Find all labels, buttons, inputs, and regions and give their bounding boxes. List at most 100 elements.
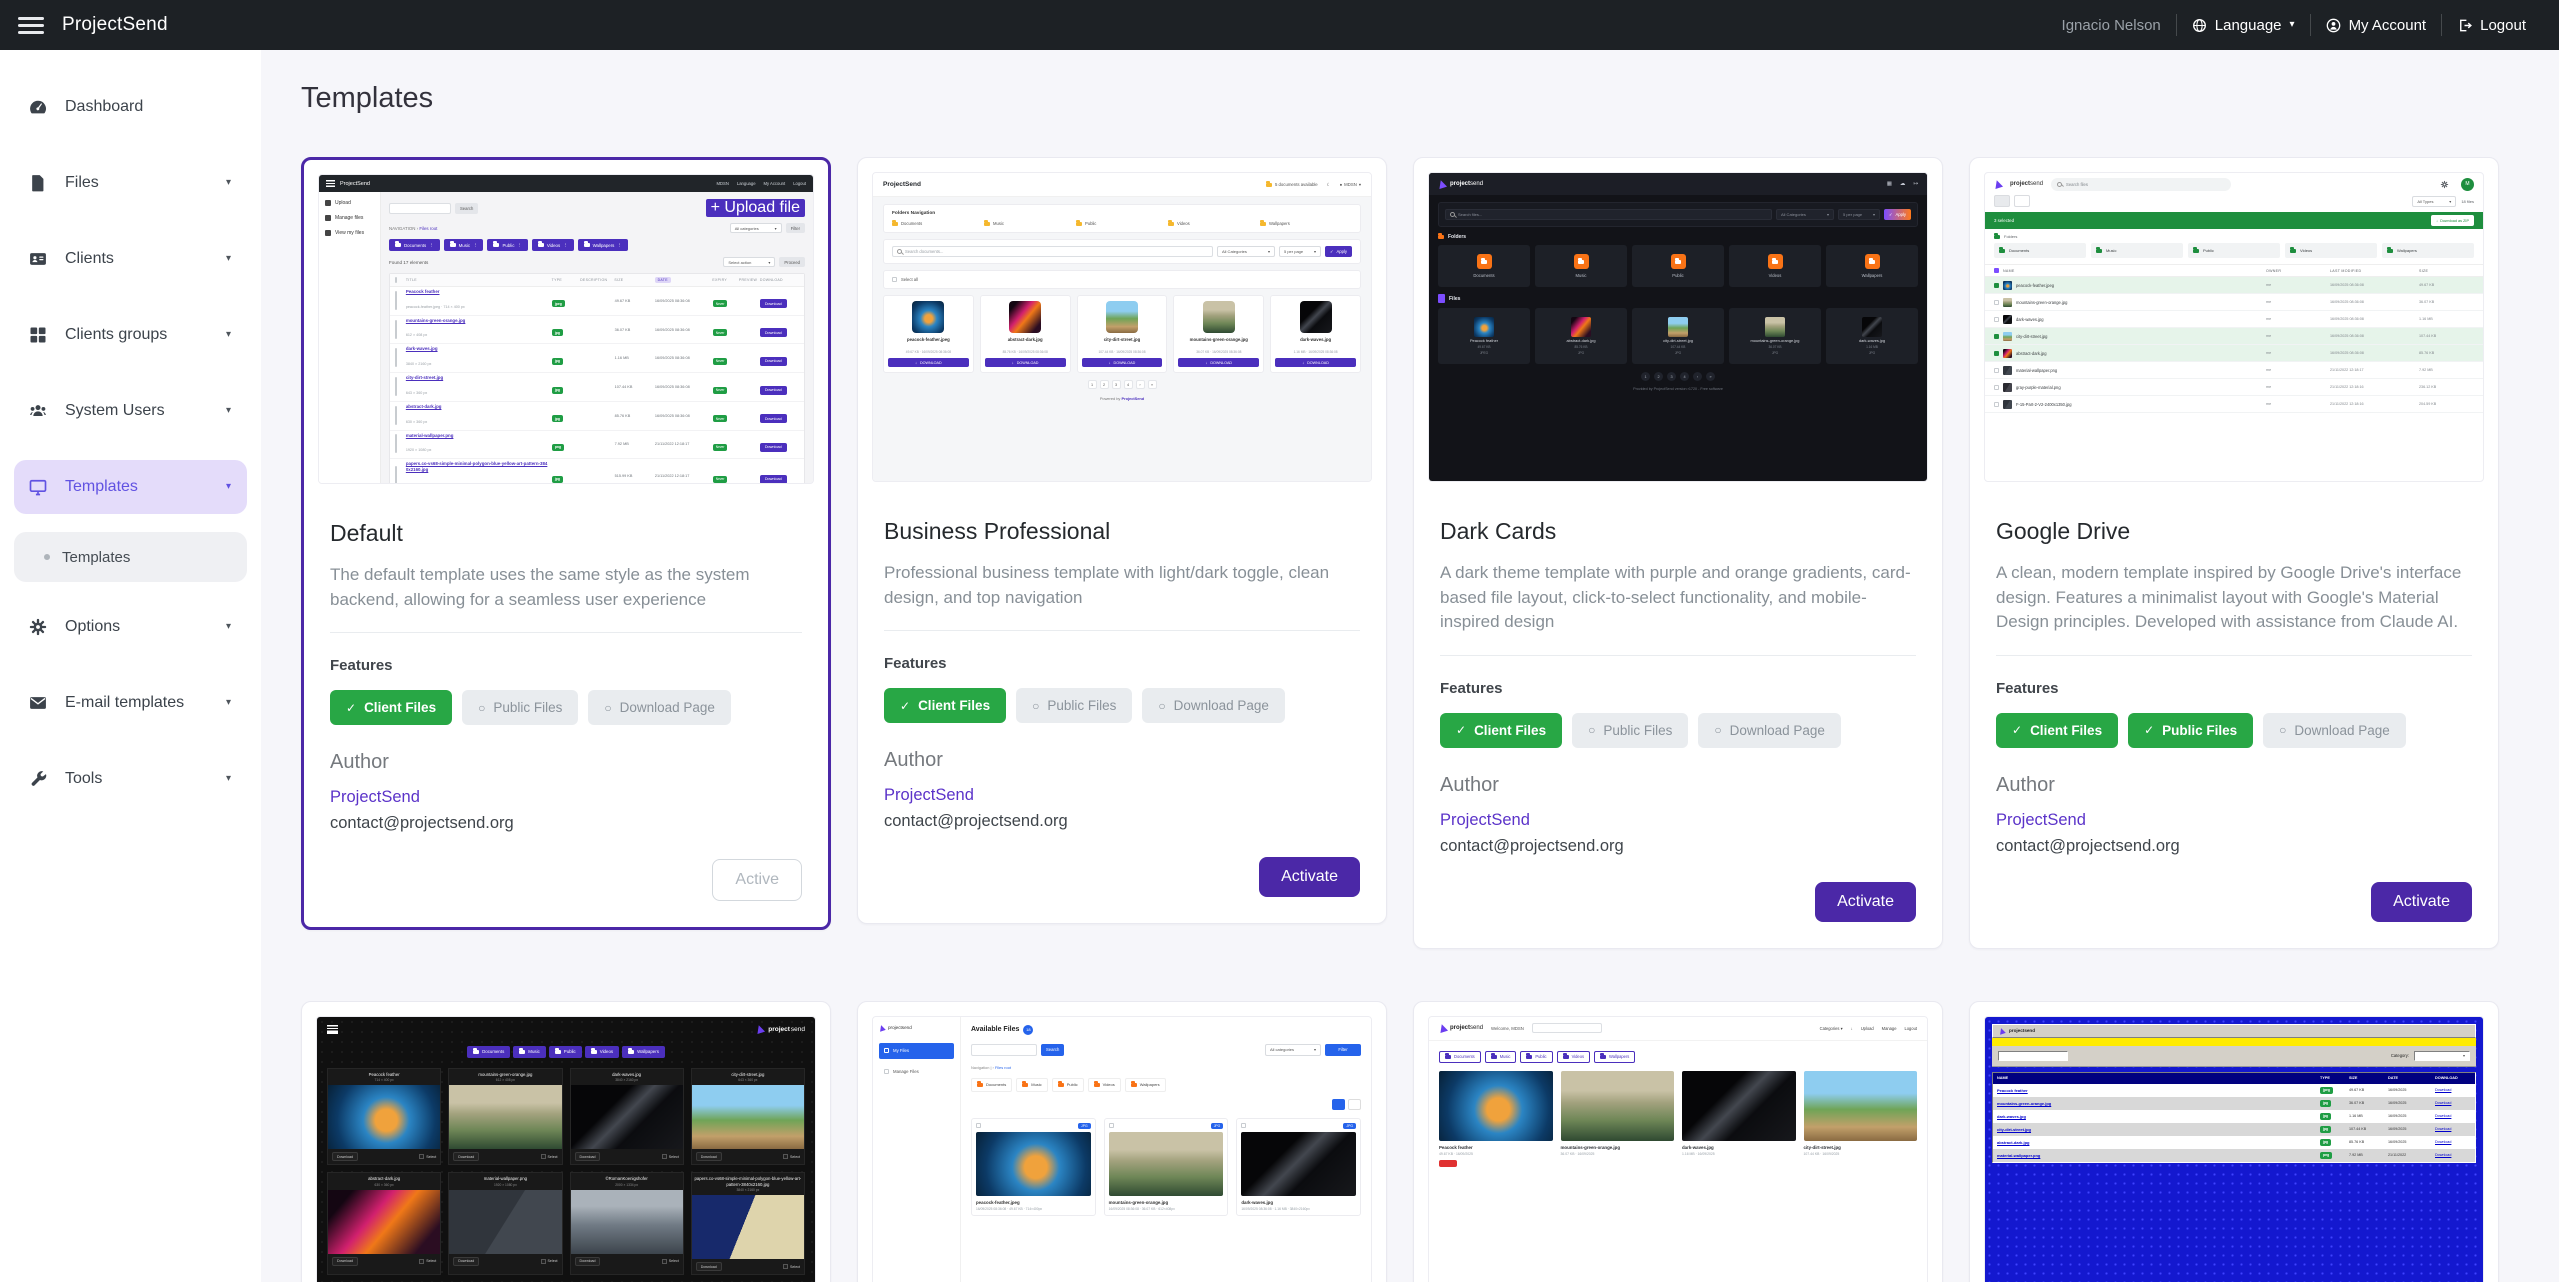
mini-menu-item: Manage: [1882, 1026, 1897, 1031]
mini-folder-chip: Public: [1520, 1051, 1552, 1063]
table-row: dark-waves.jpgme16/09/2025 08:36:081.16 …: [1985, 311, 2483, 328]
logo-icon: [1998, 1027, 2006, 1035]
mini-file-card: dark-waves.jpg1.16 MBJPG: [1826, 308, 1918, 364]
active-button[interactable]: Active: [712, 859, 802, 901]
mini-menu-item: Upload: [335, 200, 351, 206]
mini-brand: ProjectSend: [883, 181, 921, 188]
table-row: mountains-green-orange.jpgme16/09/2025 0…: [1985, 294, 2483, 311]
template-preview-dark-gallery: projectsend Documents Music Public Video…: [316, 1016, 816, 1282]
upload-icon: [325, 200, 331, 206]
mini-folder-card: Public: [1632, 245, 1724, 287]
check-icon: ✓: [346, 702, 356, 714]
circle-icon: ○: [478, 702, 485, 714]
sidebar-subitem-templates[interactable]: Templates: [14, 532, 247, 582]
logout-label: Logout: [2480, 17, 2526, 34]
author-label: Author: [1996, 774, 2472, 797]
mini-file-card: JPGmountains-green-orange.jpg16/09/2025 …: [1104, 1118, 1229, 1216]
activate-button[interactable]: Activate: [1815, 882, 1916, 922]
my-account-link[interactable]: My Account: [2311, 17, 2442, 34]
file-icon: [28, 173, 48, 193]
author-link[interactable]: ProjectSend: [884, 786, 1360, 805]
template-card-light-minimal: projectsend Welcome, MDSN Categories ▾ ↓…: [1413, 1001, 1943, 1282]
folder-icon: [1266, 183, 1272, 187]
author-email: contact@projectsend.org: [1996, 837, 2472, 856]
hamburger-menu-icon: [326, 180, 335, 187]
template-preview-dark-cards: projectsend ▦☁↦ Search files... All Cate…: [1428, 172, 1928, 482]
mini-pagination: 1234›»: [883, 380, 1361, 389]
logo-icon: [878, 1024, 886, 1032]
table-row: Peacock featherpeacock-feather.jpeg · 71…: [390, 287, 804, 316]
file-icon: [325, 215, 331, 221]
sidebar-item-clients[interactable]: Clients ▾: [14, 232, 247, 286]
author-label: Author: [884, 749, 1360, 772]
table-row: F-15-Part-2-V2-2400x1350.jpgme21/11/2022…: [1985, 396, 2483, 413]
mini-file-card: Peacock feather714 × 400 pxDownloadSelec…: [327, 1068, 441, 1165]
template-preview-blue-files: projectsend My Files Manage Files Availa…: [872, 1016, 1372, 1282]
author-link[interactable]: ProjectSend: [1440, 811, 1916, 830]
sidebar-item-system-users[interactable]: System Users ▾: [14, 384, 247, 438]
author-email: contact@projectsend.org: [330, 814, 802, 833]
activate-button[interactable]: Activate: [2371, 882, 2472, 922]
topbar-right: Ignacio Nelson Language ▾ My Account Log…: [2047, 14, 2541, 36]
author-email: contact@projectsend.org: [884, 812, 1360, 831]
mini-selected-count: 3 selected: [1994, 218, 2014, 223]
mini-search-input: [389, 203, 451, 214]
table-row: gray-purple-material.pngme21/11/2022 12:…: [1985, 379, 2483, 396]
mini-folders-title: Folders Navigation: [892, 211, 1352, 216]
table-row: abstract-dark.jpgme16/09/2025 08:36:0885…: [1985, 345, 2483, 362]
table-row: city-dirt-street.jpgme16/09/2025 08:36:0…: [1985, 328, 2483, 345]
author-label: Author: [330, 751, 802, 774]
folder-icon: [1994, 235, 2000, 239]
logo-icon: [755, 1024, 765, 1034]
circle-icon: ○: [1032, 700, 1039, 712]
sidebar-item-label: Files: [65, 174, 99, 192]
circle-icon: ○: [1588, 724, 1595, 736]
sidebar-item-label: Dashboard: [65, 98, 143, 116]
mini-file-card: ©RomanKoenigshofer2000 × 1334 pxDownload…: [570, 1172, 684, 1275]
language-menu[interactable]: Language ▾: [2177, 17, 2310, 34]
hamburger-menu-icon[interactable]: [18, 17, 44, 34]
feature-badge-public-files: ○Public Files: [462, 690, 578, 725]
logout-link[interactable]: Logout: [2442, 17, 2541, 34]
author-link[interactable]: ProjectSend: [1996, 811, 2472, 830]
feature-badge-public-files: ○Public Files: [1572, 713, 1688, 748]
circle-icon: ○: [2279, 724, 2286, 736]
activate-button[interactable]: Activate: [1259, 857, 1360, 897]
mini-heading: Available Files: [971, 1026, 1019, 1033]
mini-menu-item: Upload: [1861, 1026, 1874, 1031]
bullet-dot-icon: [44, 554, 50, 560]
template-card-blue-files: projectsend My Files Manage Files Availa…: [857, 1001, 1387, 1282]
logged-in-user: Ignacio Nelson: [2047, 17, 2176, 34]
logo-icon: [1993, 179, 2003, 189]
mini-logout: Logout: [793, 181, 806, 186]
sidebar-item-tools[interactable]: Tools ▾: [14, 752, 247, 806]
circle-icon: ○: [1714, 724, 1721, 736]
sidebar-item-label: Tools: [65, 770, 102, 788]
sidebar-item-files[interactable]: Files ▾: [14, 156, 247, 210]
author-link[interactable]: ProjectSend: [330, 788, 802, 807]
template-card-default: ProjectSend MDSNLanguageMy AccountLogout…: [301, 157, 831, 930]
mini-category-label: Category:: [2391, 1053, 2409, 1058]
sidebar-item-templates[interactable]: Templates ▾: [14, 460, 247, 514]
mini-upload-button: + Upload file: [706, 199, 805, 217]
mini-menu-item: Logout: [1904, 1026, 1917, 1031]
mini-menu-item: Manage files: [335, 215, 363, 221]
mini-file-card: city-dirt-street.jpg643 × 360 pxDownload…: [691, 1068, 805, 1165]
sidebar-item-clients-groups[interactable]: Clients groups ▾: [14, 308, 247, 362]
sidebar: Dashboard Files ▾ Clients ▾ Clients grou…: [0, 50, 261, 1282]
dashboard-icon: [28, 97, 48, 117]
check-icon: ✓: [1456, 724, 1466, 736]
mini-brand: ProjectSend: [340, 181, 370, 187]
sidebar-item-options[interactable]: Options ▾: [14, 600, 247, 654]
mini-file-card: mountains-green-orange.jpg612 × 408 pxDo…: [448, 1068, 562, 1165]
sidebar-item-email-templates[interactable]: E-mail templates ▾: [14, 676, 247, 730]
check-icon: ✓: [2012, 724, 2022, 736]
mini-file-card: city-dirt-street.jpg107.44 KB · 16/09/20…: [1077, 295, 1168, 373]
mini-folder-chip: Videos: [1557, 1051, 1590, 1063]
mini-brand: projectsend: [2009, 1028, 2035, 1033]
mini-folder-chip: Documents: [1439, 1051, 1481, 1063]
sidebar-item-label: System Users: [65, 402, 165, 420]
sidebar-item-dashboard[interactable]: Dashboard: [14, 80, 247, 134]
download-icon: ↓: [1851, 1026, 1853, 1031]
template-preview-google-drive: projectsend Search files M All Types▾18 …: [1984, 172, 2484, 482]
